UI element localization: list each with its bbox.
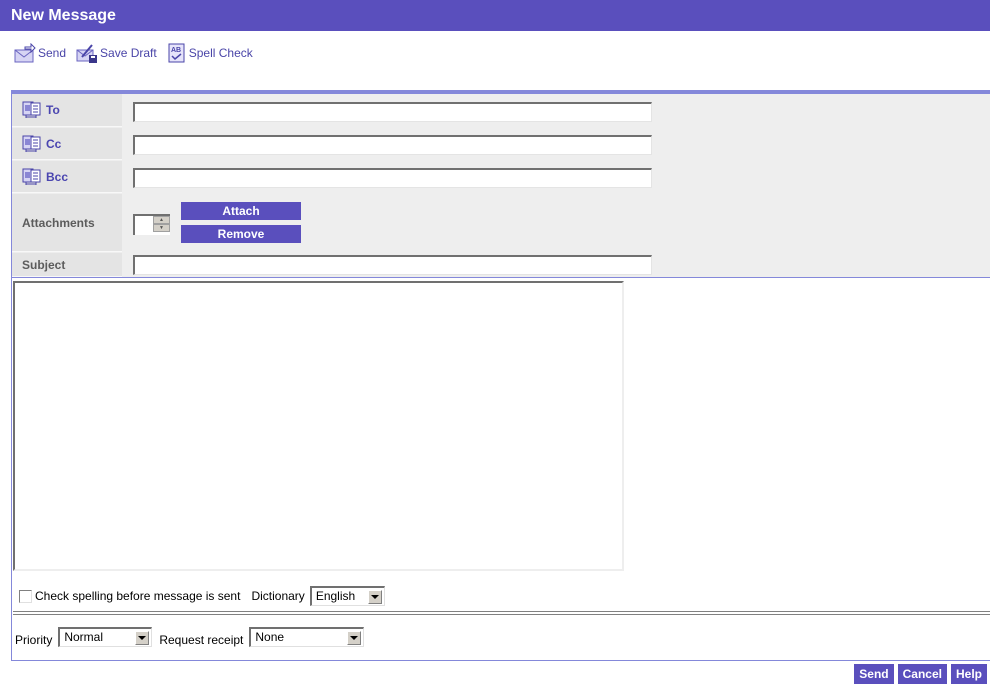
toolbar-save-draft-label: Save Draft — [100, 46, 157, 60]
toolbar-spell-check-button[interactable]: AB Spell Check — [167, 43, 253, 63]
check-spelling-label: Check spelling before message is sent — [35, 589, 241, 603]
window-title: New Message — [0, 0, 990, 31]
subject-label: Subject — [12, 253, 122, 277]
dictionary-value: English — [315, 589, 356, 603]
to-label-cell[interactable]: To — [12, 94, 122, 127]
chevron-down-icon — [135, 631, 150, 645]
save-draft-icon — [76, 44, 98, 63]
cc-label: Cc — [46, 136, 62, 151]
toolbar-send-button[interactable]: Send — [14, 43, 66, 63]
dictionary-label: Dictionary — [251, 589, 305, 603]
request-receipt-select[interactable]: None — [249, 627, 365, 647]
footer-help-button[interactable]: Help — [950, 664, 987, 684]
panel-left-border — [11, 278, 12, 661]
address-book-icon — [22, 101, 41, 118]
bcc-label: Bcc — [46, 169, 69, 184]
priority-label: Priority — [15, 633, 53, 647]
priority-value: Normal — [64, 630, 104, 644]
footer-send-button[interactable]: Send — [854, 664, 894, 684]
footer-cancel-button[interactable]: Cancel — [897, 664, 947, 684]
svg-text:AB: AB — [171, 47, 181, 54]
cc-input[interactable] — [133, 135, 652, 155]
bcc-label-cell[interactable]: Bcc — [12, 161, 122, 193]
request-receipt-label: Request receipt — [159, 633, 244, 647]
chevron-down-icon — [347, 631, 362, 645]
address-book-icon — [22, 135, 41, 152]
chevron-down-icon — [367, 590, 382, 604]
divider — [13, 611, 990, 615]
request-receipt-value: None — [255, 630, 285, 644]
footer-buttons: Send Cancel Help — [854, 664, 987, 684]
remove-button[interactable]: Remove — [181, 225, 301, 243]
attachments-label: Attachments — [12, 194, 122, 252]
dictionary-select[interactable]: English — [309, 586, 385, 606]
to-input[interactable] — [133, 102, 652, 122]
to-label: To — [46, 103, 60, 117]
address-book-icon — [22, 168, 41, 185]
priority-select[interactable]: Normal — [58, 627, 153, 647]
panel-bottom-border — [11, 660, 990, 661]
cc-label-cell[interactable]: Cc — [12, 128, 122, 160]
send-envelope-icon — [14, 43, 36, 63]
check-spelling-checkbox[interactable] — [19, 589, 32, 603]
toolbar-save-draft-button[interactable]: Save Draft — [76, 43, 157, 63]
toolbar-spell-check-label: Spell Check — [188, 46, 253, 60]
attachments-count-spinner[interactable]: ▲ ▼ — [133, 214, 170, 235]
attach-button[interactable]: Attach — [181, 202, 301, 220]
spinner-up-icon[interactable]: ▲ — [153, 216, 170, 224]
spell-check-icon: AB — [168, 43, 185, 63]
check-spelling-row: Check spelling before message is sent Di… — [19, 586, 385, 606]
bcc-input[interactable] — [133, 168, 652, 188]
subject-input[interactable] — [133, 255, 652, 275]
priority-row: Priority Normal Request receipt None — [15, 627, 365, 647]
spinner-down-icon[interactable]: ▼ — [153, 224, 170, 232]
toolbar: Send Save Draft AB Spell Check — [14, 41, 253, 65]
toolbar-send-label: Send — [38, 46, 67, 60]
message-body-textarea[interactable] — [13, 281, 624, 571]
header-fields-panel: To Cc Bcc Attachments ▲ ▼ Attach Remove — [11, 90, 990, 278]
